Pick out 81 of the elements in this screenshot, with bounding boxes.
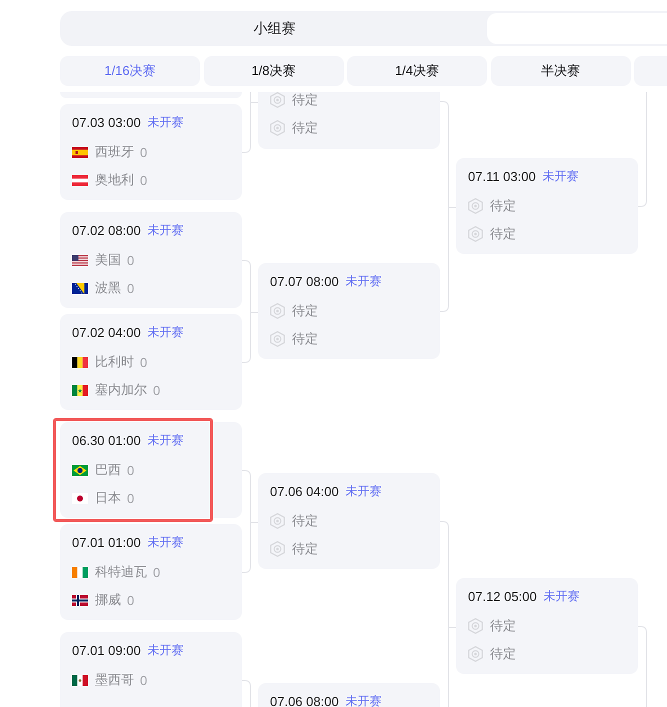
team-name: 日本 <box>95 489 121 507</box>
team-name: 待定 <box>490 645 516 663</box>
team-name: 挪威 <box>95 591 121 609</box>
team-name: 美国 <box>95 251 121 269</box>
flag-icon <box>72 464 88 476</box>
match-status: 未开赛 <box>148 116 184 128</box>
team-name: 待定 <box>490 197 516 215</box>
hexagon-icon <box>270 513 285 529</box>
flag-icon <box>72 674 88 686</box>
hexagon-icon <box>270 303 285 319</box>
match-time: 07.12 05:00 <box>468 590 537 602</box>
team-name: 待定 <box>292 512 318 530</box>
team-name: 墨西哥 <box>95 671 134 689</box>
team-score: 0 <box>127 280 134 296</box>
hexagon-icon <box>270 541 285 557</box>
team-name: 待定 <box>292 92 318 109</box>
match-time: 07.02 08:00 <box>72 224 141 236</box>
hexagon-icon <box>468 646 483 662</box>
match-status: 未开赛 <box>346 484 382 498</box>
team-score: 0 <box>127 462 134 478</box>
bracket-line <box>242 680 251 707</box>
match-status: 未开赛 <box>148 326 184 338</box>
match-time: 07.11 03:00 <box>468 170 536 182</box>
flag-icon <box>72 254 88 266</box>
team-name: 塞内加尔 <box>95 381 147 399</box>
team-score: 0 <box>153 382 160 398</box>
team-name: 巴西 <box>95 461 121 479</box>
flag-icon <box>72 594 88 606</box>
team-name: 待定 <box>490 617 516 635</box>
team-name: 待定 <box>292 540 318 558</box>
team-name: 待定 <box>490 225 516 243</box>
flag-icon <box>72 282 88 294</box>
team-score: 0 <box>140 354 148 370</box>
match-status: 未开赛 <box>542 170 579 182</box>
match-status: 未开赛 <box>148 644 184 656</box>
team-score: 0 <box>140 172 148 188</box>
match-time: 07.06 04:00 <box>270 484 339 498</box>
hexagon-icon <box>270 120 285 136</box>
match-status: 未开赛 <box>346 694 382 707</box>
team-name: 奥地利 <box>95 171 134 189</box>
team-score: 0 <box>153 564 160 580</box>
hexagon-icon <box>468 226 483 242</box>
match-status: 未开赛 <box>148 224 184 236</box>
match-time: 07.01 01:00 <box>72 536 141 548</box>
team-name: 西班牙 <box>95 143 134 161</box>
hexagon-icon <box>270 92 285 108</box>
match-time: 07.02 04:00 <box>72 326 141 338</box>
flag-icon <box>72 566 88 578</box>
team-score: 0 <box>127 592 134 608</box>
team-score: 0 <box>127 252 134 268</box>
team-score: 0 <box>140 144 148 160</box>
team-name: 待定 <box>292 119 318 137</box>
round-tab[interactable]: 1/16决赛 <box>60 56 200 86</box>
match-status: 未开赛 <box>148 434 184 446</box>
team-name: 待定 <box>292 330 318 348</box>
flag-icon <box>72 174 88 186</box>
match-status: 未开赛 <box>148 536 184 548</box>
bracket-line <box>242 92 258 153</box>
flag-icon <box>72 356 88 368</box>
round-tab[interactable]: 半决赛 <box>490 56 630 86</box>
team-score: 0 <box>127 490 134 506</box>
match-status: 未开赛 <box>544 590 580 602</box>
match-time: 07.01 09:00 <box>72 644 141 656</box>
match-time: 07.07 08:00 <box>270 274 339 288</box>
team-score: 0 <box>140 672 148 688</box>
hexagon-icon <box>468 198 483 214</box>
round-tab[interactable]: 1/4决赛 <box>347 56 487 86</box>
hexagon-icon <box>270 331 285 347</box>
flag-icon <box>72 146 88 158</box>
team-name: 待定 <box>292 302 318 320</box>
match-time: 07.03 03:00 <box>72 116 141 128</box>
flag-icon <box>72 492 88 504</box>
round-tab[interactable]: 1/8决赛 <box>204 56 344 86</box>
match-status: 未开赛 <box>346 274 382 288</box>
team-name: 波黑 <box>95 279 121 297</box>
team-name: 科特迪瓦 <box>95 563 147 581</box>
match-time: 06.30 01:00 <box>72 434 141 446</box>
flag-icon <box>72 384 88 396</box>
hexagon-icon <box>468 618 483 634</box>
team-name: 比利时 <box>95 353 134 371</box>
match-time: 07.06 08:00 <box>270 694 339 707</box>
